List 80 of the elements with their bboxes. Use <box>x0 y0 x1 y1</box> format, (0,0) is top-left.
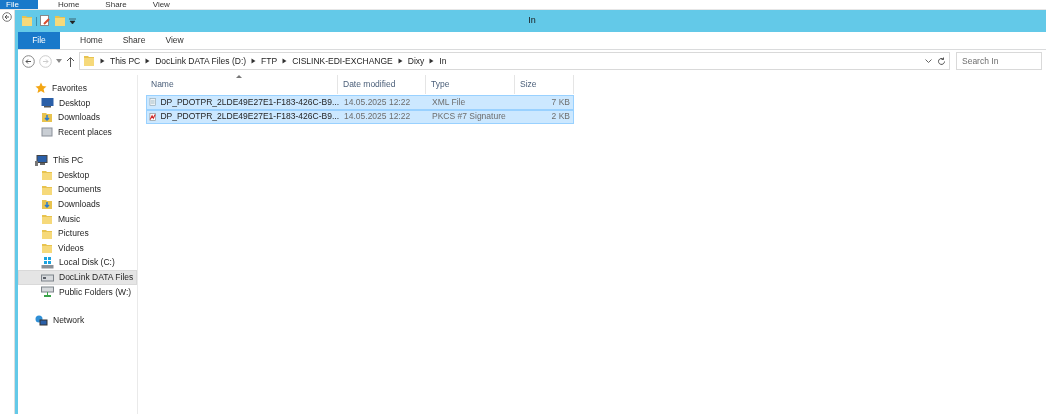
ribbon-tab[interactable]: Share <box>112 32 156 49</box>
computer-icon <box>35 155 48 167</box>
signature-certificate-icon <box>149 110 157 123</box>
folder-icon <box>41 242 53 255</box>
breadcrumb-item[interactable]: DocLink DATA Files (D:) <box>155 54 247 68</box>
recent-dropdown-icon[interactable] <box>56 59 62 63</box>
back-button-icon[interactable] <box>22 54 35 68</box>
dropdown-chevron-icon[interactable] <box>925 58 932 64</box>
folder-icon <box>41 169 53 182</box>
download-folder-icon <box>41 198 53 211</box>
sort-arrow-icon <box>236 75 242 78</box>
ribbon-tab[interactable]: File <box>18 32 60 49</box>
folder-icon <box>83 55 95 67</box>
navigation-item[interactable]: Pictures <box>18 226 137 241</box>
column-header[interactable]: Size <box>515 75 574 94</box>
navigation-item[interactable]: This PC <box>18 153 137 168</box>
file-type: PKCS #7 Signature <box>431 110 507 124</box>
star-icon <box>35 82 47 95</box>
navigation-item[interactable]: Videos <box>18 240 137 256</box>
drive-icon <box>41 272 54 283</box>
ribbon-tab[interactable]: View <box>155 32 194 49</box>
ribbon-tab[interactable]: Share <box>99 0 133 9</box>
navigation-item[interactable]: Downloads <box>18 197 137 212</box>
column-header[interactable]: Type <box>426 75 515 94</box>
dropdown-caret-icon[interactable] <box>69 18 76 24</box>
file-row[interactable]: DP_PDOTPR_2LDE49E27E1-F183-426C-B9... 14.05.2025 12:22 XML File 7 KB <box>146 95 574 110</box>
download-folder-icon <box>41 111 53 124</box>
breadcrumb-item[interactable]: Dixy <box>407 54 425 68</box>
date-modified: 14.05.2025 12:22 <box>343 110 412 124</box>
chevron-icon <box>397 58 403 64</box>
file-type: XML File <box>431 95 467 109</box>
breadcrumb-item[interactable]: CISLINK-EDI-EXCHANGE <box>292 54 393 68</box>
monitor-icon <box>41 97 54 109</box>
chevron-icon <box>100 58 105 64</box>
file-name: DP_PDOTPR_2LDE49E27E1-F183-426C-B9... <box>160 95 339 109</box>
file-size: 2 KB <box>550 110 571 124</box>
chevron-icon <box>145 58 151 64</box>
window-title: In <box>528 14 536 28</box>
folder-icon <box>41 213 53 226</box>
file-size: 7 KB <box>550 95 571 109</box>
navigation-item[interactable]: Music <box>18 211 137 227</box>
ribbon-tab[interactable]: File <box>0 0 38 9</box>
new-folder-icon <box>54 15 66 27</box>
navigation-item[interactable]: DocLink DATA Files <box>18 270 137 285</box>
navigation-item[interactable]: Local Disk (C:) <box>18 255 137 271</box>
xml-document-icon <box>149 96 157 109</box>
ribbon-tab[interactable]: Home <box>52 0 86 9</box>
ribbon-tab[interactable]: View <box>146 0 176 9</box>
properties-icon[interactable] <box>40 15 51 27</box>
navigation-item[interactable]: Desktop <box>18 167 137 183</box>
ribbon-tab[interactable]: Home <box>70 32 113 49</box>
system-disk-icon <box>41 256 54 269</box>
navigation-item[interactable]: Documents <box>18 182 137 198</box>
column-header[interactable]: Name <box>146 75 338 94</box>
folder-icon <box>41 227 53 240</box>
navigation-item[interactable]: Favorites <box>18 81 137 96</box>
folder-icon <box>21 15 33 27</box>
breadcrumb-item[interactable]: FTP <box>261 54 278 68</box>
network-drive-icon <box>41 286 54 298</box>
refresh-icon[interactable] <box>937 56 946 66</box>
navigation-item[interactable]: Network <box>18 313 137 328</box>
recent-places-icon <box>41 126 53 139</box>
date-modified: 14.05.2025 12:22 <box>343 95 412 109</box>
navigation-item[interactable]: Public Folders (W:) <box>18 284 137 300</box>
network-icon <box>35 314 48 327</box>
back-arrow-icon <box>2 12 12 22</box>
folder-icon <box>41 183 53 196</box>
chevron-icon <box>251 58 257 64</box>
up-arrow-icon[interactable] <box>66 55 75 67</box>
search-field[interactable]: Search In <box>956 52 1042 70</box>
column-header[interactable]: Date modified <box>338 75 426 94</box>
chevron-icon <box>429 58 435 64</box>
breadcrumb-item[interactable]: This PC <box>110 54 141 68</box>
address-bar[interactable]: This PC DocLink DATA Files (D:) FTP CISLINK-EDI-EXCHANGE Dixy In <box>79 52 950 70</box>
navigation-item[interactable]: Downloads <box>18 110 137 125</box>
navigation-item[interactable]: Desktop <box>18 95 137 111</box>
file-name: DP_PDOTPR_2LDE49E27E1-F183-426C-B9... <box>160 110 339 124</box>
navigation-item[interactable]: Recent places <box>18 124 137 140</box>
chevron-icon <box>282 58 288 64</box>
breadcrumb-item[interactable]: In <box>439 54 447 68</box>
